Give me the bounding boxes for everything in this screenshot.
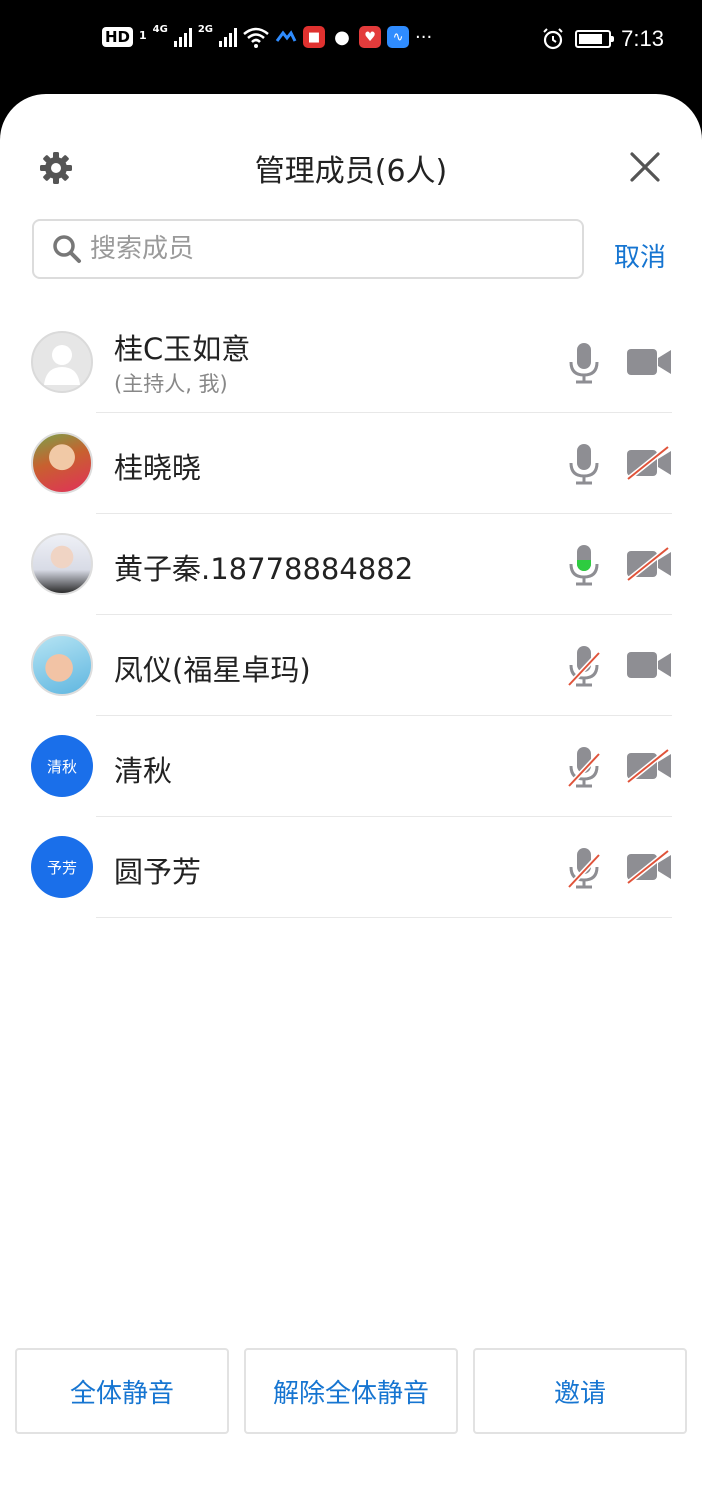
bottom-actions: 全体静音 解除全体静音 邀请 bbox=[15, 1348, 687, 1434]
avatar bbox=[31, 533, 93, 595]
mic-on-icon[interactable] bbox=[566, 342, 602, 384]
search-box bbox=[32, 219, 584, 279]
avatar bbox=[31, 331, 93, 393]
member-row[interactable]: 黄子秦.18778884882 bbox=[0, 514, 702, 615]
member-role: (主持人, 我) bbox=[114, 372, 228, 396]
mic-off-icon[interactable] bbox=[566, 847, 602, 889]
network-label-2: 2G bbox=[197, 23, 214, 35]
camera-on-icon[interactable] bbox=[626, 647, 672, 683]
status-left: HD 1 4G 2G ■ ● ♥ ∿ ··· bbox=[102, 23, 433, 48]
video-app-icon: ■ bbox=[303, 26, 326, 48]
wifi-icon bbox=[243, 27, 269, 48]
camera-off-icon[interactable] bbox=[626, 849, 672, 885]
default-avatar-icon bbox=[44, 345, 80, 385]
avatar: 予芳 bbox=[31, 836, 93, 898]
wechat-icon: ● bbox=[334, 26, 350, 48]
member-row[interactable]: 凤仪(福星卓玛) bbox=[0, 615, 702, 716]
camera-off-icon[interactable] bbox=[626, 445, 672, 481]
member-name: 桂C玉如意 bbox=[114, 332, 251, 366]
member-name: 桂晓晓 bbox=[114, 451, 202, 485]
close-icon[interactable] bbox=[628, 150, 662, 184]
mic-speaking-icon[interactable] bbox=[566, 544, 602, 586]
network-label-1: 4G bbox=[152, 23, 168, 35]
shopping-app-icon: ♥ bbox=[359, 26, 382, 48]
meeting-app-icon bbox=[275, 30, 297, 42]
member-row[interactable]: 清秋 清秋 bbox=[0, 716, 702, 817]
signal-icon-1 bbox=[173, 27, 192, 47]
member-name: 清秋 bbox=[114, 754, 173, 788]
page-title: 管理成员(6人) bbox=[254, 154, 448, 189]
mic-off-icon[interactable] bbox=[566, 746, 602, 788]
battery-icon bbox=[575, 30, 615, 48]
camera-off-icon[interactable] bbox=[626, 748, 672, 784]
more-notifications: ··· bbox=[415, 26, 433, 48]
sim-indicator: 1 bbox=[139, 28, 147, 42]
member-row[interactable]: 桂晓晓 bbox=[0, 413, 702, 514]
mic-off-icon[interactable] bbox=[566, 645, 602, 687]
mute-all-button[interactable]: 全体静音 bbox=[15, 1348, 229, 1434]
member-row[interactable]: 桂C玉如意 (主持人, 我) bbox=[0, 312, 702, 413]
manage-members-sheet: 管理成员(6人) 取消 桂C玉如意 (主持人, 我) bbox=[0, 94, 702, 1500]
unmute-all-button[interactable]: 解除全体静音 bbox=[244, 1348, 458, 1434]
status-right: 7:13 bbox=[541, 26, 664, 52]
search-input[interactable] bbox=[90, 234, 570, 264]
member-name: 黄子秦.18778884882 bbox=[114, 552, 414, 586]
signal-icon-2 bbox=[219, 27, 238, 47]
camera-off-icon[interactable] bbox=[626, 546, 672, 582]
avatar bbox=[31, 634, 93, 696]
camera-on-icon[interactable] bbox=[626, 344, 672, 380]
member-name: 圆予芳 bbox=[114, 855, 202, 889]
cancel-button[interactable]: 取消 bbox=[614, 237, 666, 274]
mic-on-icon[interactable] bbox=[566, 443, 602, 485]
member-list: 桂C玉如意 (主持人, 我) 桂晓晓 黄子秦.18778884882 凤仪(福星… bbox=[0, 312, 702, 918]
meeting-app-icon-2: ∿ bbox=[387, 26, 410, 48]
hd-badge: HD bbox=[102, 27, 134, 47]
member-row[interactable]: 予芳 圆予芳 bbox=[0, 817, 702, 918]
member-name: 凤仪(福星卓玛) bbox=[114, 653, 311, 687]
invite-button[interactable]: 邀请 bbox=[473, 1348, 687, 1434]
avatar: 清秋 bbox=[31, 735, 93, 797]
alarm-icon bbox=[543, 28, 563, 50]
search-icon bbox=[53, 235, 81, 263]
avatar bbox=[31, 432, 93, 494]
status-time: 7:13 bbox=[621, 26, 664, 51]
status-bar: HD 1 4G 2G ■ ● ♥ ∿ ··· 7:13 bbox=[0, 0, 702, 86]
